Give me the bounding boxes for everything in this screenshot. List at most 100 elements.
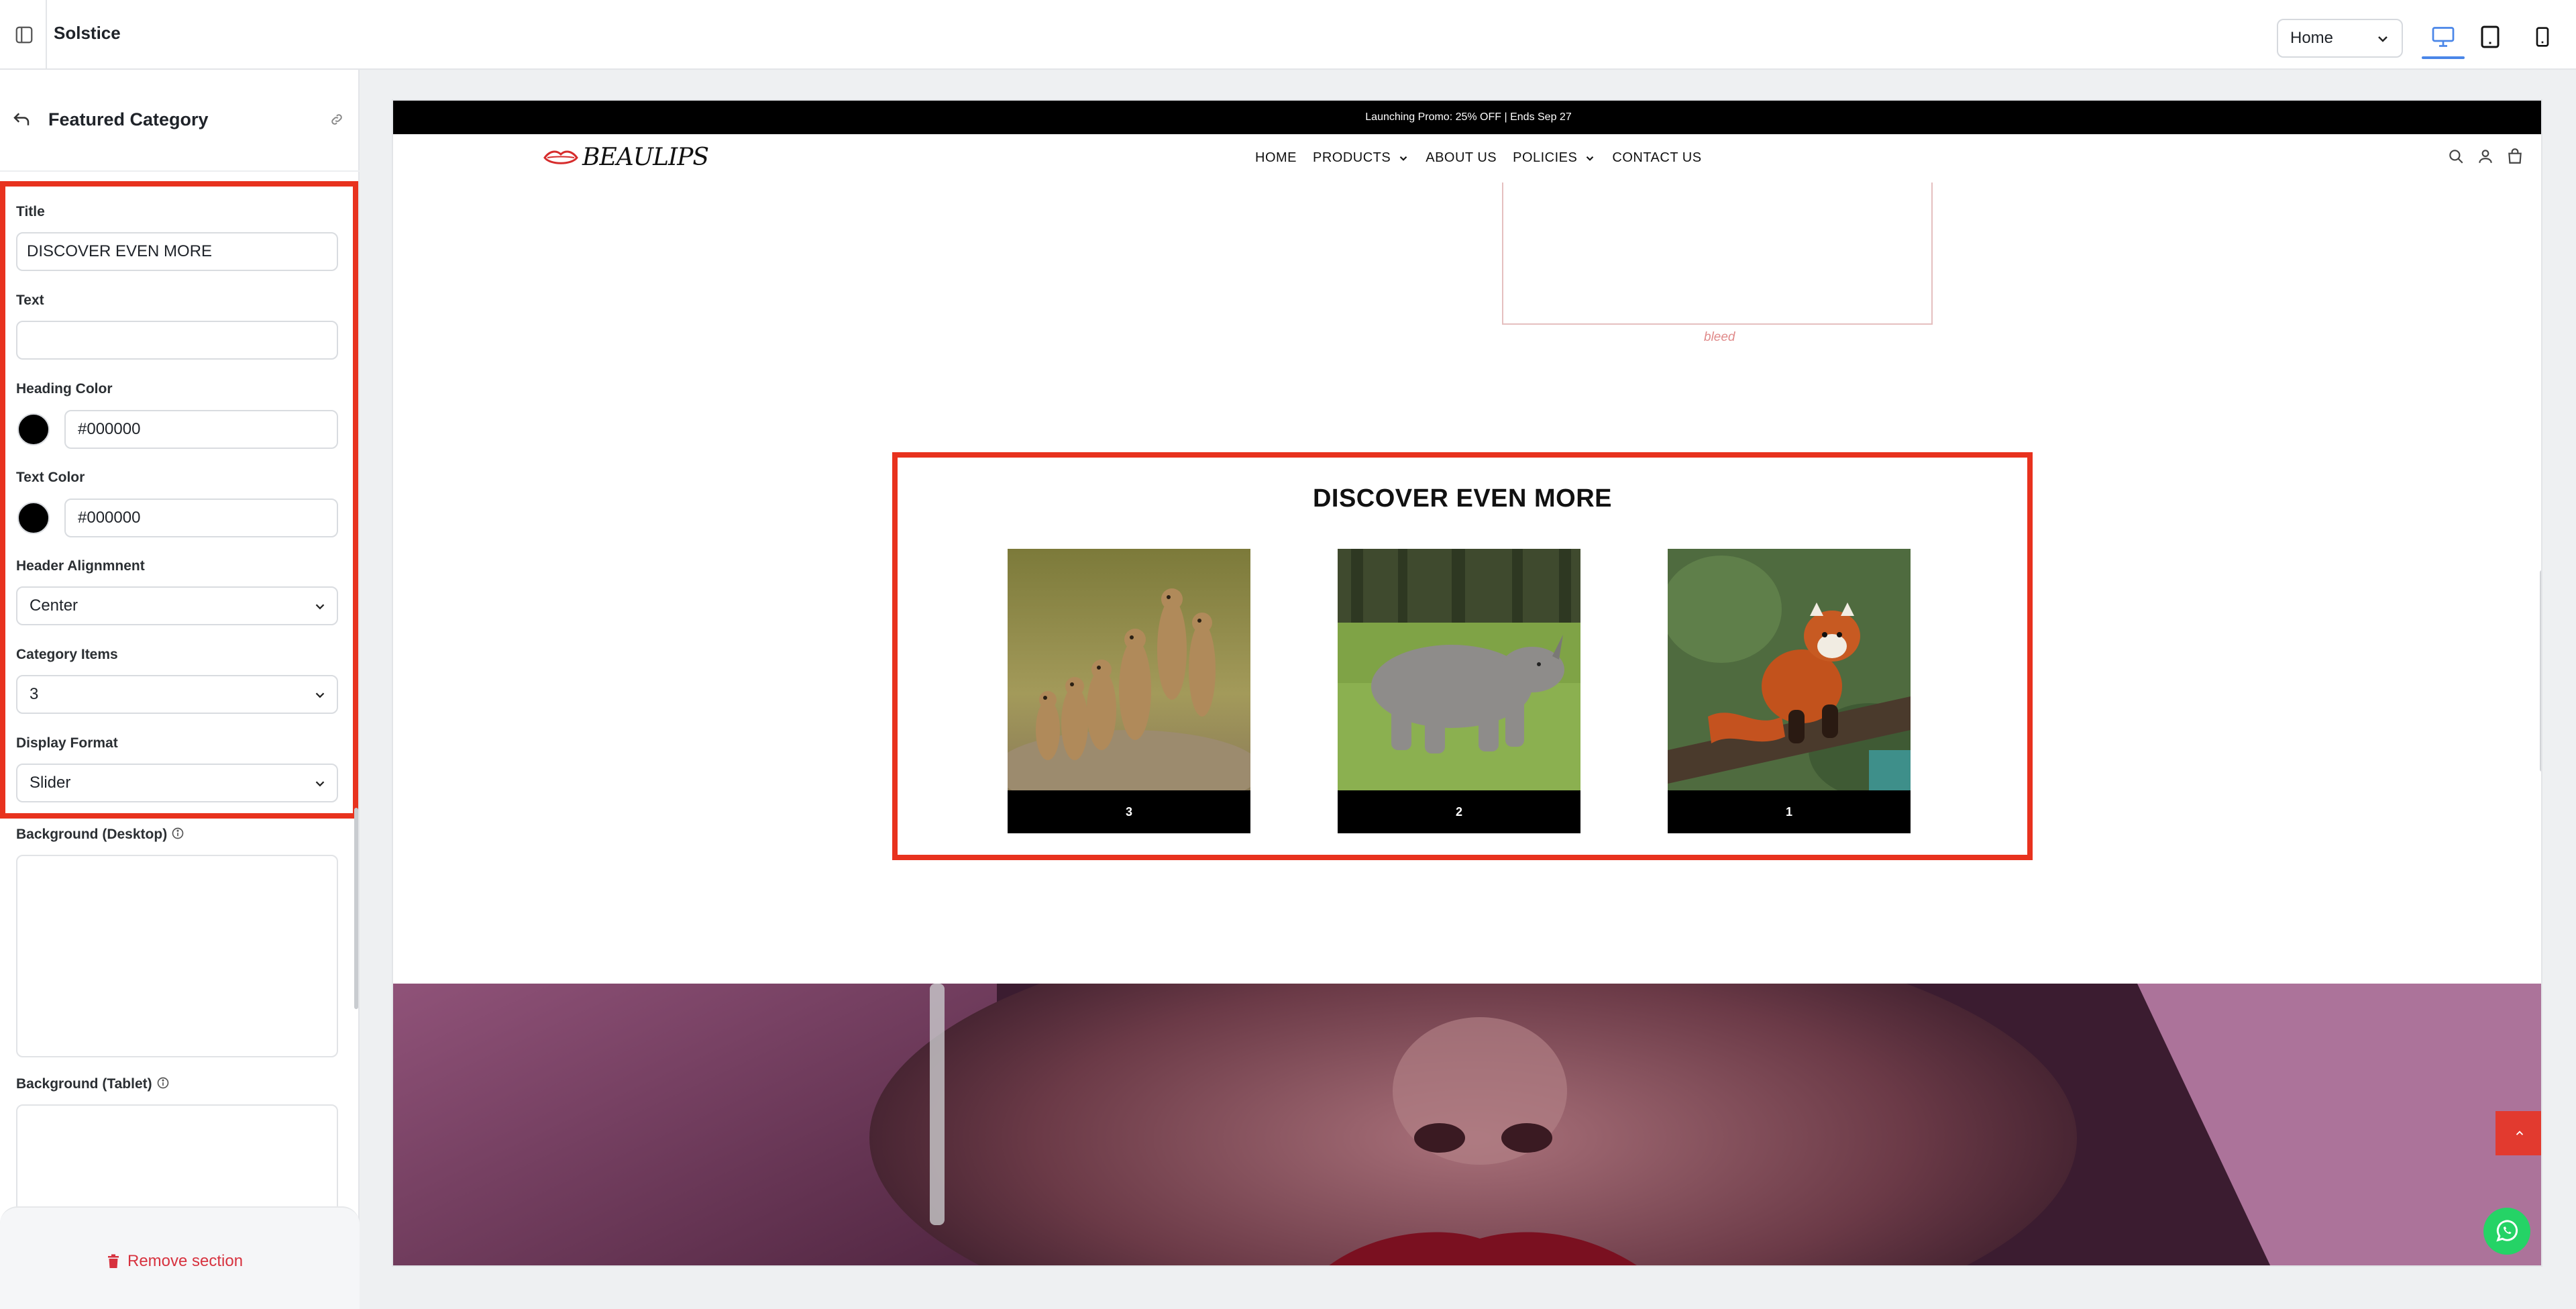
trash-icon <box>108 1254 119 1268</box>
main-navigation: HOME PRODUCTS ABOUT US POLICIES CONTACT … <box>1255 150 1718 166</box>
featured-title: DISCOVER EVEN MORE <box>1312 484 1613 513</box>
nav-home[interactable]: HOME <box>1255 150 1297 166</box>
site-preview: Launching Promo: 25% OFF | Ends Sep 27 B… <box>392 99 2542 1267</box>
nav-policies[interactable]: POLICIES <box>1513 150 1596 166</box>
desktop-icon <box>2432 27 2455 47</box>
info-icon[interactable] <box>156 1076 170 1090</box>
display-format-value: Slider <box>30 774 71 792</box>
category-card[interactable]: 3 <box>1008 549 1250 833</box>
nav-products[interactable]: PRODUCTS <box>1313 150 1409 166</box>
text-color-value: #000000 <box>78 509 141 527</box>
chevron-down-icon <box>1399 156 1407 161</box>
rhinoceros-image <box>1338 549 1580 790</box>
nav-about[interactable]: ABOUT US <box>1426 150 1497 166</box>
back-arrow-icon <box>13 113 30 125</box>
promo-bar: Launching Promo: 25% OFF | Ends Sep 27 <box>393 101 2541 134</box>
text-input[interactable] <box>16 321 338 360</box>
category-items-value: 3 <box>30 685 39 703</box>
heading-color-label: Heading Color <box>16 381 113 397</box>
featured-category-section[interactable]: DISCOVER EVEN MORE 3 2 1 <box>892 452 2033 860</box>
nav-home-label: HOME <box>1255 150 1297 165</box>
info-icon[interactable] <box>171 827 184 840</box>
scroll-to-top-button[interactable] <box>2496 1111 2541 1155</box>
red-panda-image <box>1668 549 1911 790</box>
chevron-down-icon <box>315 781 325 787</box>
logo-text: BEAULIPS <box>582 144 709 171</box>
tablet-view-button[interactable] <box>2469 17 2512 56</box>
page-select[interactable]: Home <box>2277 19 2403 58</box>
divider <box>46 0 47 70</box>
mobile-view-button[interactable] <box>2521 17 2564 56</box>
background-desktop-label-text: Background (Desktop) <box>16 827 168 842</box>
display-format-label: Display Format <box>16 735 118 751</box>
whatsapp-icon <box>2496 1220 2518 1242</box>
header-alignment-label: Header Alignmnent <box>16 558 145 574</box>
nav-products-label: PRODUCTS <box>1313 150 1391 165</box>
nav-contact[interactable]: CONTACT US <box>1612 150 1701 166</box>
divider <box>0 170 360 172</box>
title-label: Title <box>16 204 45 219</box>
preview-scrollbar[interactable] <box>2540 570 2541 772</box>
nav-about-label: ABOUT US <box>1426 150 1497 165</box>
site-header: BEAULIPS HOME PRODUCTS ABOUT US POLICIES… <box>393 134 2541 182</box>
chevron-up-icon <box>2516 1131 2524 1135</box>
account-icon[interactable] <box>2477 148 2494 165</box>
panel-header: Featured Category <box>0 70 360 170</box>
back-button[interactable] <box>7 105 36 134</box>
heading-color-input[interactable]: #000000 <box>64 410 338 449</box>
app-title: Solstice <box>54 23 121 43</box>
text-color-input[interactable]: #000000 <box>64 499 338 537</box>
nav-policies-label: POLICIES <box>1513 150 1578 165</box>
link-icon <box>331 114 342 125</box>
panel-scrollbar[interactable] <box>354 808 358 1009</box>
background-tablet-label: Background (Tablet) <box>16 1076 170 1092</box>
nav-contact-label: CONTACT US <box>1612 150 1702 165</box>
tablet-icon <box>2481 25 2500 48</box>
chevron-down-icon <box>315 692 325 698</box>
category-card[interactable]: 1 <box>1668 549 1911 833</box>
title-input[interactable]: DISCOVER EVEN MORE <box>16 232 338 271</box>
category-label: 1 <box>1785 804 1792 819</box>
remove-section-label: Remove section <box>127 1252 244 1270</box>
text-color-swatch[interactable] <box>17 502 50 534</box>
display-format-select[interactable]: Slider <box>16 764 338 802</box>
chevron-down-icon <box>315 604 325 610</box>
background-tablet-label-text: Background (Tablet) <box>16 1076 152 1092</box>
remove-section-button[interactable]: Remove section <box>107 1252 243 1271</box>
category-label: 3 <box>1125 804 1132 819</box>
text-color-label: Text Color <box>16 470 85 485</box>
chevron-down-icon <box>1587 156 1594 161</box>
hero-image <box>393 984 2541 1265</box>
heading-color-value: #000000 <box>78 420 141 438</box>
category-label: 2 <box>1455 804 1462 819</box>
embed-caption: bleed <box>1704 330 1735 344</box>
site-logo[interactable]: BEAULIPS <box>543 144 709 171</box>
title-input-value: DISCOVER EVEN MORE <box>27 242 213 260</box>
category-items-select[interactable]: 3 <box>16 675 338 714</box>
page-select-value: Home <box>2290 29 2334 47</box>
background-desktop-label: Background (Desktop) <box>16 827 184 843</box>
heading-color-swatch[interactable] <box>17 413 50 446</box>
category-items-label: Category Items <box>16 647 118 662</box>
link-button[interactable] <box>325 107 349 132</box>
header-alignment-value: Center <box>30 596 78 615</box>
settings-panel: Featured Category Title DISCOVER EVEN MO… <box>0 70 360 1309</box>
panel-title: Featured Category <box>48 109 209 129</box>
lips-portrait-image <box>393 984 2541 1265</box>
category-card[interactable]: 2 <box>1338 549 1580 833</box>
search-icon[interactable] <box>2447 148 2465 165</box>
desktop-view-button[interactable] <box>2422 17 2465 59</box>
meerkats-image <box>1008 549 1250 790</box>
lips-logo-icon <box>543 150 578 164</box>
header-alignment-select[interactable]: Center <box>16 586 338 625</box>
header-icons <box>2447 148 2524 165</box>
embed-frame <box>1502 182 1933 325</box>
mobile-icon <box>2536 27 2549 47</box>
whatsapp-button[interactable] <box>2483 1208 2530 1255</box>
top-bar: Solstice Home <box>0 0 2576 70</box>
background-tablet-upload[interactable] <box>16 1104 338 1218</box>
background-desktop-upload[interactable] <box>16 855 338 1057</box>
sidebar-toggle-icon[interactable] <box>9 20 39 50</box>
chevron-down-icon <box>2378 36 2387 42</box>
cart-icon[interactable] <box>2506 148 2524 165</box>
